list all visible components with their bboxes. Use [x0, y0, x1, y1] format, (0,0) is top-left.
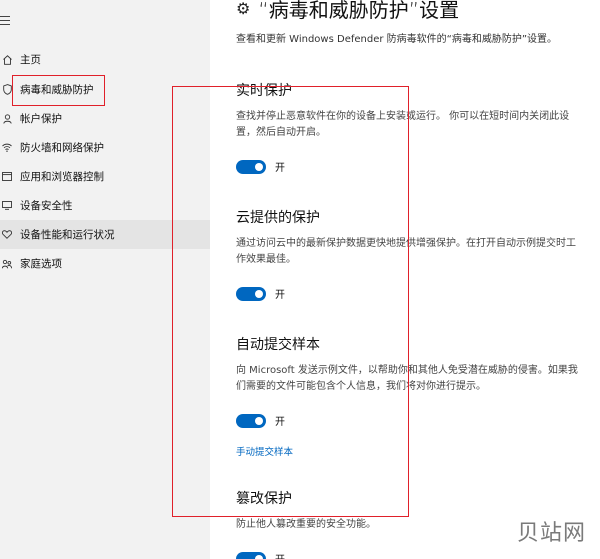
section-title: 实时保护 — [236, 83, 292, 99]
toggle-knob — [255, 289, 263, 298]
section-realtime-protection: 实时保护 查找并停止恶意软件在你的设备上安装或运行。 你可以在短时间内关闭此设置… — [236, 80, 581, 174]
page-title-text: “病毒和威胁防护”设置 — [258, 0, 460, 22]
sidebar-item-device-security[interactable]: 设备安全性 — [0, 191, 210, 220]
section-title: 云提供的保护 — [236, 210, 320, 226]
toggle-label: 开 — [275, 163, 285, 174]
toggle-knob — [255, 416, 263, 425]
section-title: 自动提交样本 — [236, 337, 320, 353]
toggle-row: 开 — [236, 286, 581, 301]
watermark: 贝站网 — [516, 521, 586, 546]
toggle-row: 开 — [236, 413, 581, 428]
highlight-box-nav — [12, 75, 105, 106]
section-auto-sample-submission: 自动提交样本 向 Microsoft 发送示例文件，以帮助你和其他人免受潜在威胁… — [236, 334, 581, 459]
heart-icon — [2, 229, 12, 241]
sidebar-item-family-options[interactable]: 家庭选项 — [0, 249, 210, 278]
cloud-protection-toggle[interactable] — [236, 286, 266, 301]
tamper-protection-toggle[interactable] — [236, 551, 266, 559]
toggle-label: 开 — [275, 551, 285, 559]
sidebar-item-account-protection[interactable]: 帐户保护 — [0, 104, 210, 133]
sidebar-item-label: 主页 — [20, 54, 41, 66]
sidebar-item-home[interactable]: 主页 — [0, 45, 210, 74]
section-description: 查找并停止恶意软件在你的设备上安装或运行。 你可以在短时间内关闭此设置，然后自动… — [236, 111, 570, 138]
family-icon — [2, 258, 12, 270]
browser-icon — [2, 171, 12, 183]
sidebar-item-label: 帐户保护 — [20, 113, 62, 125]
toggle-knob — [255, 554, 263, 559]
section-description: 向 Microsoft 发送示例文件，以帮助你和其他人免受潜在威胁的侵害。如果我… — [236, 365, 578, 392]
gear-icon: ⚙ — [236, 0, 251, 18]
wifi-icon — [2, 142, 12, 154]
realtime-protection-toggle[interactable] — [236, 159, 266, 174]
toggle-label: 开 — [275, 290, 285, 301]
device-icon — [2, 200, 12, 212]
sidebar-item-firewall[interactable]: 防火墙和网络保护 — [0, 133, 210, 162]
home-icon — [2, 54, 12, 66]
page-title: ⚙ “病毒和威胁防护”设置 — [236, 0, 459, 23]
manual-submit-sample-link[interactable]: 手动提交样本 — [236, 444, 293, 458]
sidebar-item-device-performance[interactable]: 设备性能和运行状况 — [0, 220, 210, 249]
sidebar-item-label: 设备安全性 — [20, 200, 73, 212]
toggle-row: 开 — [236, 551, 581, 559]
sidebar-item-label: 防火墙和网络保护 — [20, 142, 104, 154]
auto-sample-toggle[interactable] — [236, 413, 266, 428]
shield-icon — [2, 84, 12, 96]
section-title: 篡改保护 — [236, 491, 292, 507]
sidebar-item-label: 应用和浏览器控制 — [20, 171, 104, 183]
toggle-label: 开 — [275, 417, 285, 428]
toggle-knob — [255, 162, 263, 171]
section-description: 通过访问云中的最新保护数据更快地提供增强保护。在打开自动示例提交时工作效果最佳。 — [236, 238, 576, 265]
sidebar-item-label: 设备性能和运行状况 — [20, 229, 115, 241]
sidebar-item-app-browser-control[interactable]: 应用和浏览器控制 — [0, 162, 210, 191]
section-cloud-protection: 云提供的保护 通过访问云中的最新保护数据更快地提供增强保护。在打开自动示例提交时… — [236, 207, 581, 301]
toggle-row: 开 — [236, 159, 581, 174]
person-icon — [2, 113, 12, 125]
page-subtitle: 查看和更新 Windows Defender 防病毒软件的“病毒和威胁防护”设置… — [236, 34, 558, 45]
hamburger-menu-icon[interactable] — [0, 16, 10, 26]
sidebar-item-label: 家庭选项 — [20, 258, 62, 270]
